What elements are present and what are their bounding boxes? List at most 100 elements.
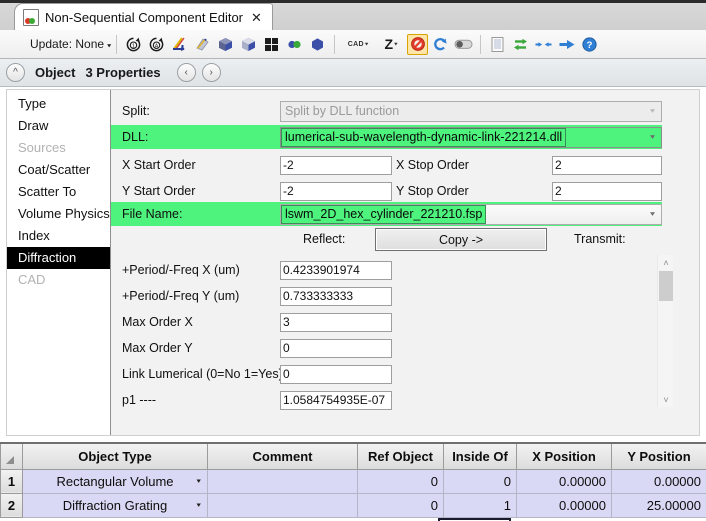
- cell-comment[interactable]: [208, 469, 358, 493]
- swap-arrows-icon[interactable]: [510, 34, 531, 55]
- table-row[interactable]: 1 Rectangular Volume ▾ 0 0 0.00000 0.000…: [1, 469, 706, 493]
- properties-panel: Type Draw Sources Coat/Scatter Scatter T…: [6, 89, 700, 436]
- cell-ref-object[interactable]: 0: [358, 493, 444, 517]
- tab-strip: Non-Sequential Component Editor ✕: [0, 0, 706, 31]
- split-label: Split:: [122, 104, 150, 118]
- row-number[interactable]: 2: [1, 493, 23, 517]
- max-order-y-input[interactable]: 0: [280, 339, 392, 358]
- x-start-order-label: X Start Order: [122, 158, 196, 172]
- row-number[interactable]: 1: [1, 469, 23, 493]
- file-name-label: File Name:: [122, 207, 182, 221]
- two-dots-blue-green-icon[interactable]: [284, 34, 305, 55]
- column-header-x-position[interactable]: X Position: [517, 443, 612, 469]
- column-header-inside-of[interactable]: Inside Of: [444, 443, 517, 469]
- sidebar-item-volume-physics[interactable]: Volume Physics: [7, 203, 110, 225]
- pencil-surface-icon[interactable]: [192, 34, 213, 55]
- object-nav: ‹ ›: [171, 63, 221, 82]
- cad-label: CAD: [348, 41, 364, 48]
- sidebar-item-index[interactable]: Index: [7, 225, 110, 247]
- svg-text:1: 1: [132, 43, 135, 49]
- chevron-down-icon: ▾: [650, 107, 655, 115]
- object-properties-label: 3 Properties: [85, 65, 160, 80]
- column-header-ref-object[interactable]: Ref Object: [358, 443, 444, 469]
- x-stop-order-label: X Stop Order: [396, 158, 469, 172]
- property-category-list: Type Draw Sources Coat/Scatter Scatter T…: [7, 90, 111, 435]
- link-lumerical-label: Link Lumerical (0=No 1=Yes): [122, 367, 283, 381]
- y-stop-order-label: Y Stop Order: [396, 184, 469, 198]
- cell-y-position[interactable]: 25.00000: [612, 493, 706, 517]
- chevron-down-icon[interactable]: ▾: [196, 501, 201, 510]
- column-header-y-position[interactable]: Y Position: [612, 443, 706, 469]
- ray-trace-icon[interactable]: [169, 34, 190, 55]
- diffraction-settings-form: Split: Split by DLL function ▾ DLL: lume…: [111, 90, 699, 435]
- grid-four-squares-icon[interactable]: [261, 34, 282, 55]
- cell-comment[interactable]: [208, 493, 358, 517]
- cube-blue-icon[interactable]: [215, 34, 236, 55]
- split-dropdown[interactable]: Split by DLL function ▾: [280, 101, 662, 122]
- chevron-down-icon[interactable]: ▾: [196, 477, 201, 486]
- period-freq-y-input[interactable]: 0.733333333: [280, 287, 392, 306]
- sidebar-item-scatter-to[interactable]: Scatter To: [7, 181, 110, 203]
- cell-ref-object[interactable]: 0: [358, 469, 444, 493]
- no-entry-icon[interactable]: [407, 34, 428, 55]
- arrows-inward-icon[interactable]: [533, 34, 554, 55]
- scroll-up-icon[interactable]: ˄: [658, 255, 674, 270]
- chevron-down-icon: ▾: [107, 42, 111, 49]
- scroll-down-icon[interactable]: ˅: [658, 392, 674, 407]
- cell-inside-of[interactable]: 1: [444, 493, 517, 517]
- cell-object-type[interactable]: Rectangular Volume ▾: [23, 469, 208, 493]
- toolbar: Update: None▾ 1 A: [0, 30, 706, 59]
- cube-shaded-icon[interactable]: [238, 34, 259, 55]
- help-question-icon[interactable]: ?: [579, 34, 600, 55]
- link-lumerical-input[interactable]: 0: [280, 365, 392, 384]
- copy-button[interactable]: Copy ->: [375, 228, 547, 251]
- scrollbar-thumb[interactable]: [659, 271, 673, 301]
- tab-non-sequential-component-editor[interactable]: Non-Sequential Component Editor ✕: [14, 3, 273, 30]
- toggle-switch-icon[interactable]: [453, 34, 474, 55]
- sidebar-item-coat-scatter[interactable]: Coat/Scatter: [7, 159, 110, 181]
- cad-dropdown-icon[interactable]: CAD▾: [341, 34, 375, 55]
- x-stop-order-input[interactable]: 2: [552, 156, 662, 175]
- column-header-object-type[interactable]: Object Type: [23, 443, 208, 469]
- rotate-a-icon[interactable]: A: [146, 34, 167, 55]
- transmit-label: Transmit:: [574, 232, 626, 246]
- file-name-value: lswm_2D_hex_cylinder_221210.fsp: [281, 205, 486, 224]
- collapse-icon[interactable]: ^: [6, 63, 25, 82]
- document-chart-icon: [23, 9, 39, 26]
- tab-label: Non-Sequential Component Editor: [45, 10, 243, 25]
- next-object-button[interactable]: ›: [202, 63, 221, 82]
- undo-arrow-icon[interactable]: [430, 34, 451, 55]
- file-name-dropdown[interactable]: lswm_2D_hex_cylinder_221210.fsp ▾: [280, 204, 662, 225]
- properties-body: Type Draw Sources Coat/Scatter Scatter T…: [0, 87, 706, 442]
- close-icon[interactable]: ✕: [249, 11, 264, 24]
- column-header-comment[interactable]: Comment: [208, 443, 358, 469]
- form-scrollbar[interactable]: ˄ ˅: [657, 255, 673, 407]
- max-order-x-input[interactable]: 3: [280, 313, 392, 332]
- cell-x-position[interactable]: 0.00000: [517, 469, 612, 493]
- grid-corner-button[interactable]: [1, 443, 23, 469]
- p1-input[interactable]: 1.0584754935E-07: [280, 391, 392, 410]
- cell-object-type[interactable]: Diffraction Grating ▾: [23, 493, 208, 517]
- arrow-right-icon[interactable]: [556, 34, 577, 55]
- sidebar-item-draw[interactable]: Draw: [7, 115, 110, 137]
- prev-object-button[interactable]: ‹: [177, 63, 196, 82]
- document-lines-icon[interactable]: [487, 34, 508, 55]
- hexagon-blue-icon[interactable]: [307, 34, 328, 55]
- cell-y-position[interactable]: 0.00000: [612, 469, 706, 493]
- dll-dropdown[interactable]: lumerical-sub-wavelength-dynamic-link-22…: [280, 127, 662, 148]
- cell-inside-of[interactable]: 0: [444, 469, 517, 493]
- svg-text:A: A: [155, 43, 159, 49]
- split-value: Split by DLL function: [285, 104, 399, 118]
- period-freq-x-input[interactable]: 0.4233901974: [280, 261, 392, 280]
- update-dropdown[interactable]: Update: None▾: [30, 37, 111, 51]
- rotate-1-icon[interactable]: 1: [123, 34, 144, 55]
- cell-x-position[interactable]: 0.00000: [517, 493, 612, 517]
- z-dropdown-icon[interactable]: Z▾: [377, 34, 405, 55]
- dll-label: DLL:: [122, 130, 148, 144]
- y-stop-order-input[interactable]: 2: [552, 182, 662, 201]
- table-row[interactable]: 2 Diffraction Grating ▾ 0 1 0.00000 25.0…: [1, 493, 706, 517]
- sidebar-item-type[interactable]: Type: [7, 93, 110, 115]
- x-start-order-input[interactable]: -2: [280, 156, 392, 175]
- sidebar-item-diffraction[interactable]: Diffraction: [7, 247, 110, 269]
- y-start-order-input[interactable]: -2: [280, 182, 392, 201]
